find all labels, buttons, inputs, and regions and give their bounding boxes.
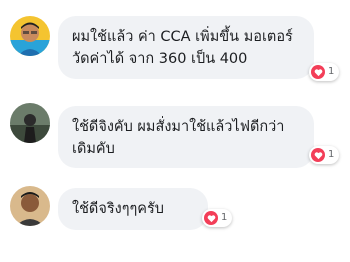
reaction-badge[interactable]: 1 [309, 63, 340, 81]
reaction-count: 1 [221, 212, 228, 223]
reaction-count: 1 [328, 66, 335, 77]
avatar[interactable] [10, 186, 50, 226]
comment-text: ผมใช้แล้ว ค่า CCA เพิ่มขึ้น มอเตอร์ [72, 29, 293, 45]
comment-text: เดิมคับ [72, 141, 115, 157]
reaction-badge[interactable]: 1 [309, 146, 340, 164]
comment-text: ใช้ดีจิงคับ ผมสั่งมาใช้แล้วไฟดีกว่า [72, 119, 285, 135]
comment-bubble: ผมใช้แล้ว ค่า CCA เพิ่มขึ้น มอเตอร์ วัดค… [58, 16, 314, 79]
comment-text: วัดค่าได้ จาก 360 เป็น 400 [72, 51, 248, 67]
comment-bubble: ใช้ดีจิงคับ ผมสั่งมาใช้แล้วไฟดีกว่า เดิม… [58, 106, 314, 168]
comment-text: ใช้ดีจริงๆๆครับ [72, 201, 164, 217]
reaction-badge[interactable]: 1 [202, 209, 233, 227]
avatar[interactable] [10, 103, 50, 143]
comment-item: ใช้ดีจิงคับ ผมสั่งมาใช้แล้วไฟดีกว่า เดิม… [0, 95, 350, 180]
reaction-count: 1 [328, 149, 335, 160]
heart-icon [311, 65, 325, 79]
comment-item: ใช้ดีจริงๆๆครับ 1 [0, 180, 350, 262]
comment-item: ผมใช้แล้ว ค่า CCA เพิ่มขึ้น มอเตอร์ วัดค… [0, 0, 350, 95]
heart-icon [311, 148, 325, 162]
comment-bubble: ใช้ดีจริงๆๆครับ [58, 188, 208, 230]
avatar[interactable] [10, 16, 50, 56]
heart-icon [204, 211, 218, 225]
